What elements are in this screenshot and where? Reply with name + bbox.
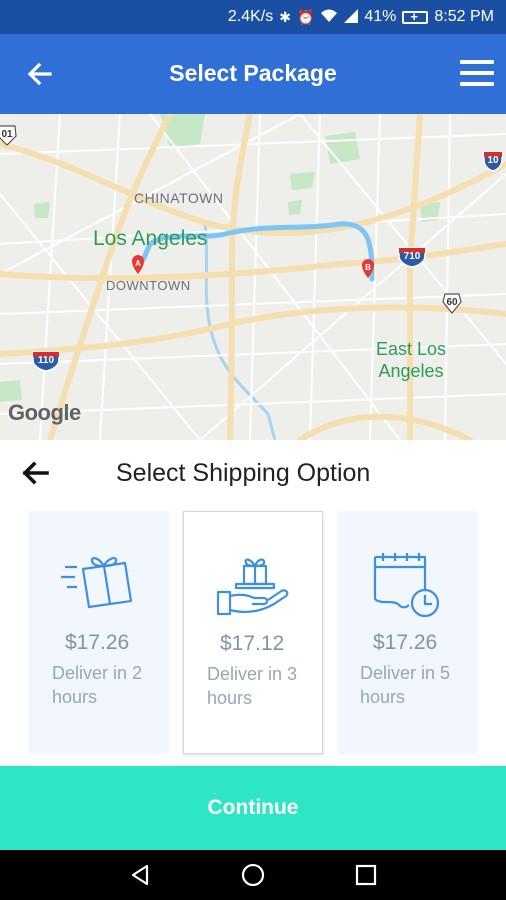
svg-text:A: A — [135, 259, 141, 268]
continue-button[interactable]: Continue — [0, 766, 506, 850]
map-label-east-los-angeles: East Los Angeles — [376, 338, 446, 382]
alarm-icon: ⏰ — [296, 9, 315, 25]
shipping-heading: Select Shipping Option — [116, 459, 371, 487]
shield-60-label: 60 — [446, 297, 458, 308]
battery-charging-icon — [402, 9, 429, 24]
shipping-back-arrow-icon[interactable] — [20, 458, 50, 488]
system-navigation-bar — [0, 850, 506, 900]
network-speed: 2.4K/s — [227, 8, 274, 25]
route-map[interactable]: A B CHINATOWN Los Angeles DOWNTOWN East … — [0, 114, 506, 440]
calendar-clock-icon — [369, 551, 445, 618]
clock-time: 8:52 PM — [434, 8, 494, 25]
hamburger-menu-icon[interactable] — [460, 60, 494, 88]
map-label-chinatown: CHINATOWN — [134, 190, 224, 206]
interstate-shield-10: 10 — [482, 150, 504, 172]
map-graphics: A B — [0, 114, 506, 440]
signal-icon — [344, 9, 359, 25]
marker-a-icon: A — [132, 255, 144, 274]
state-route-shield-60: 60 — [441, 292, 463, 314]
nav-back-icon[interactable] — [128, 863, 152, 887]
shipping-header: Select Shipping Option — [0, 440, 506, 506]
interstate-shield-110: 110 — [31, 350, 61, 372]
shipping-option-card-2h[interactable]: $17.26 Deliver in 2 hours — [29, 511, 169, 754]
bluetooth-icon: ✱ — [279, 9, 291, 25]
nav-recents-icon[interactable] — [354, 863, 378, 887]
battery-percent: 41% — [364, 8, 397, 25]
shield-110-label: 110 — [37, 355, 55, 366]
option-price: $17.26 — [373, 631, 438, 654]
map-label-los-angeles: Los Angeles — [93, 227, 208, 250]
page-title: Select Package — [169, 60, 337, 86]
shipping-option-card-5h[interactable]: $17.26 Deliver in 5 hours — [337, 511, 477, 754]
wifi-icon — [320, 9, 338, 25]
map-label-downtown: DOWNTOWN — [106, 278, 191, 293]
shipping-options: $17.26 Deliver in 2 hours $17.12 Deliver… — [0, 506, 506, 756]
nav-home-icon[interactable] — [241, 863, 265, 887]
shield-710-label: 710 — [403, 251, 421, 262]
svg-text:B: B — [365, 263, 371, 272]
shield-10-label: 10 — [487, 155, 499, 166]
fast-gift-box-icon — [61, 551, 137, 617]
option-delivery-time: Deliver in 5 hours — [360, 663, 451, 707]
google-logo: Google — [8, 400, 81, 425]
option-price: $17.26 — [65, 631, 130, 654]
option-delivery-time: Deliver in 2 hours — [52, 663, 143, 707]
option-price: $17.12 — [220, 632, 285, 655]
hand-holding-gift-icon — [216, 552, 292, 618]
option-delivery-time: Deliver in 3 hours — [207, 664, 298, 708]
map-label-east-la-line2: Angeles — [378, 361, 444, 381]
status-bar: 2.4K/s ✱ ⏰ 41% 8:52 PM — [0, 0, 506, 34]
interstate-shield-710: 710 — [397, 246, 427, 268]
shield-101-label: 01 — [1, 129, 13, 140]
shipping-option-card-3h[interactable]: $17.12 Deliver in 3 hours — [183, 511, 323, 754]
app-bar: Select Package — [0, 34, 506, 114]
map-label-east-la-line1: East Los — [376, 339, 447, 359]
us-route-shield-101: 01 — [0, 124, 18, 146]
